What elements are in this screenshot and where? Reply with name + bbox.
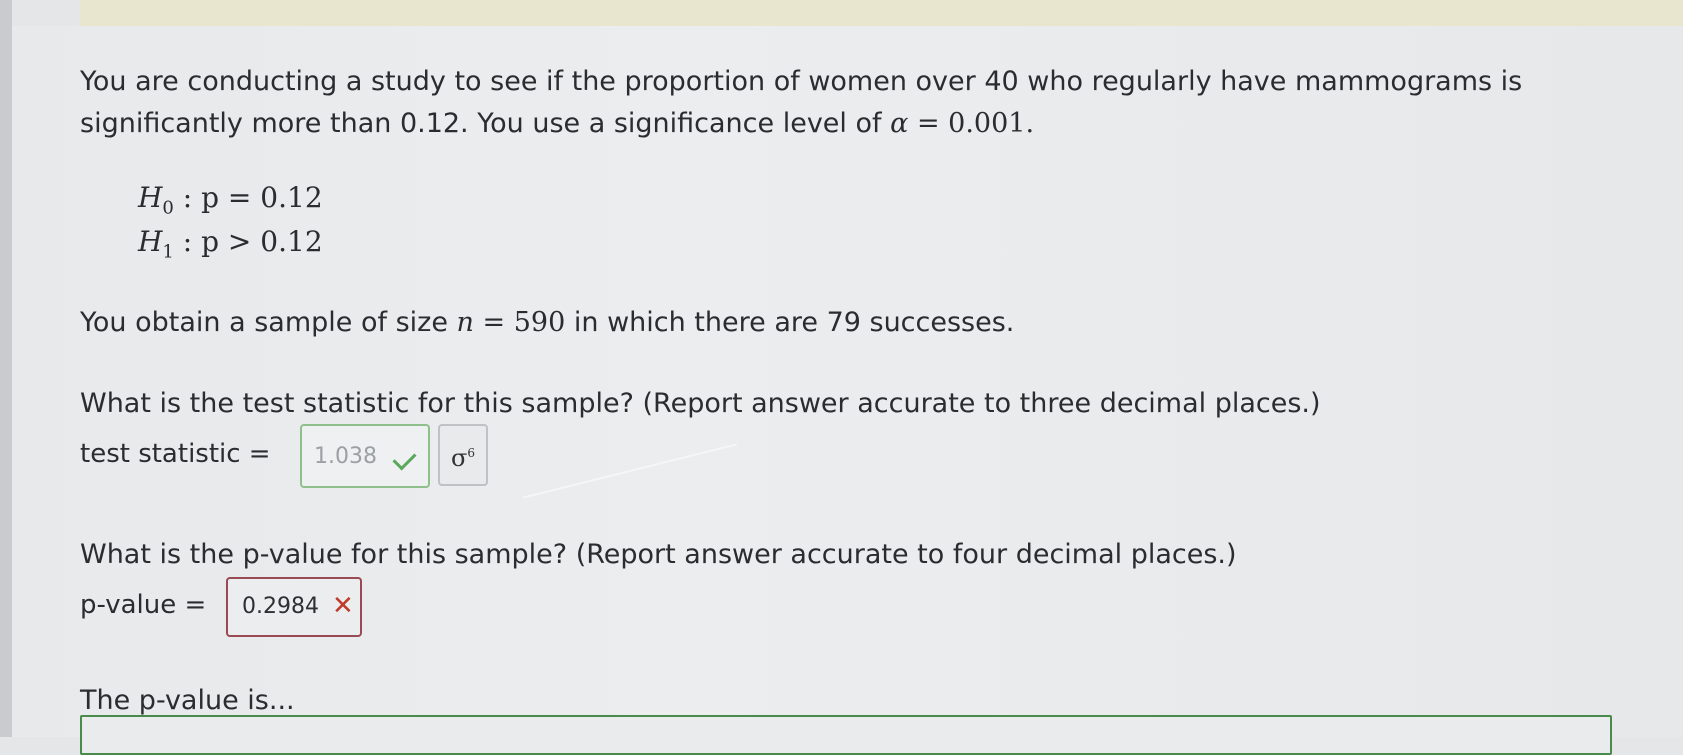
p-value-input[interactable]: 0.2984 ✕ — [226, 577, 362, 637]
null-hypothesis: H0 : p = 0.12 — [138, 181, 323, 226]
intro-line-2-text: significantly more than 0.12. You use a … — [80, 108, 882, 139]
part2-prompt: What is the p-value for this sample? (Re… — [80, 539, 1237, 570]
formula-button[interactable]: σ6 — [438, 424, 488, 486]
sample-n: n — [456, 307, 474, 338]
alpha-symbol: α — [890, 108, 909, 139]
sample-info: You obtain a sample of size n = 590 in w… — [80, 304, 1014, 342]
formula-button-sup: 6 — [467, 446, 476, 460]
alpha-value: = 0.001. — [916, 108, 1035, 139]
intro-line-1: You are conducting a study to see if the… — [80, 66, 1523, 97]
intro-line-2: significantly more than 0.12. You use a … — [80, 105, 1034, 143]
correct-check-icon — [392, 446, 417, 471]
alt-hypothesis: H1 : p > 0.12 — [138, 225, 323, 270]
part1-prompt: What is the test statistic for this samp… — [80, 388, 1321, 419]
p-value-label: p-value = — [80, 590, 207, 620]
h0-label: H — [138, 181, 163, 214]
left-edge — [0, 0, 12, 737]
incorrect-x-icon: ✕ — [332, 591, 354, 621]
p-value-value: 0.2984 — [242, 594, 319, 619]
h0-rhs: : p = 0.12 — [173, 181, 323, 214]
test-statistic-value: 1.038 — [314, 444, 377, 469]
h1-sub: 1 — [162, 241, 174, 263]
sample-eq: = 590 — [482, 307, 566, 338]
test-statistic-input[interactable]: 1.038 — [300, 424, 430, 488]
p-value-comparison-select[interactable] — [80, 715, 1612, 755]
sample-pre: You obtain a sample of size — [80, 307, 448, 338]
sigma-icon: σ — [450, 444, 468, 472]
test-statistic-label: test statistic = — [80, 439, 271, 469]
top-banner — [80, 0, 1683, 26]
sample-post: in which there are 79 successes. — [573, 307, 1015, 338]
h1-rhs: : p > 0.12 — [173, 225, 323, 258]
h0-sub: 0 — [162, 197, 174, 219]
h1-label: H — [138, 225, 163, 258]
